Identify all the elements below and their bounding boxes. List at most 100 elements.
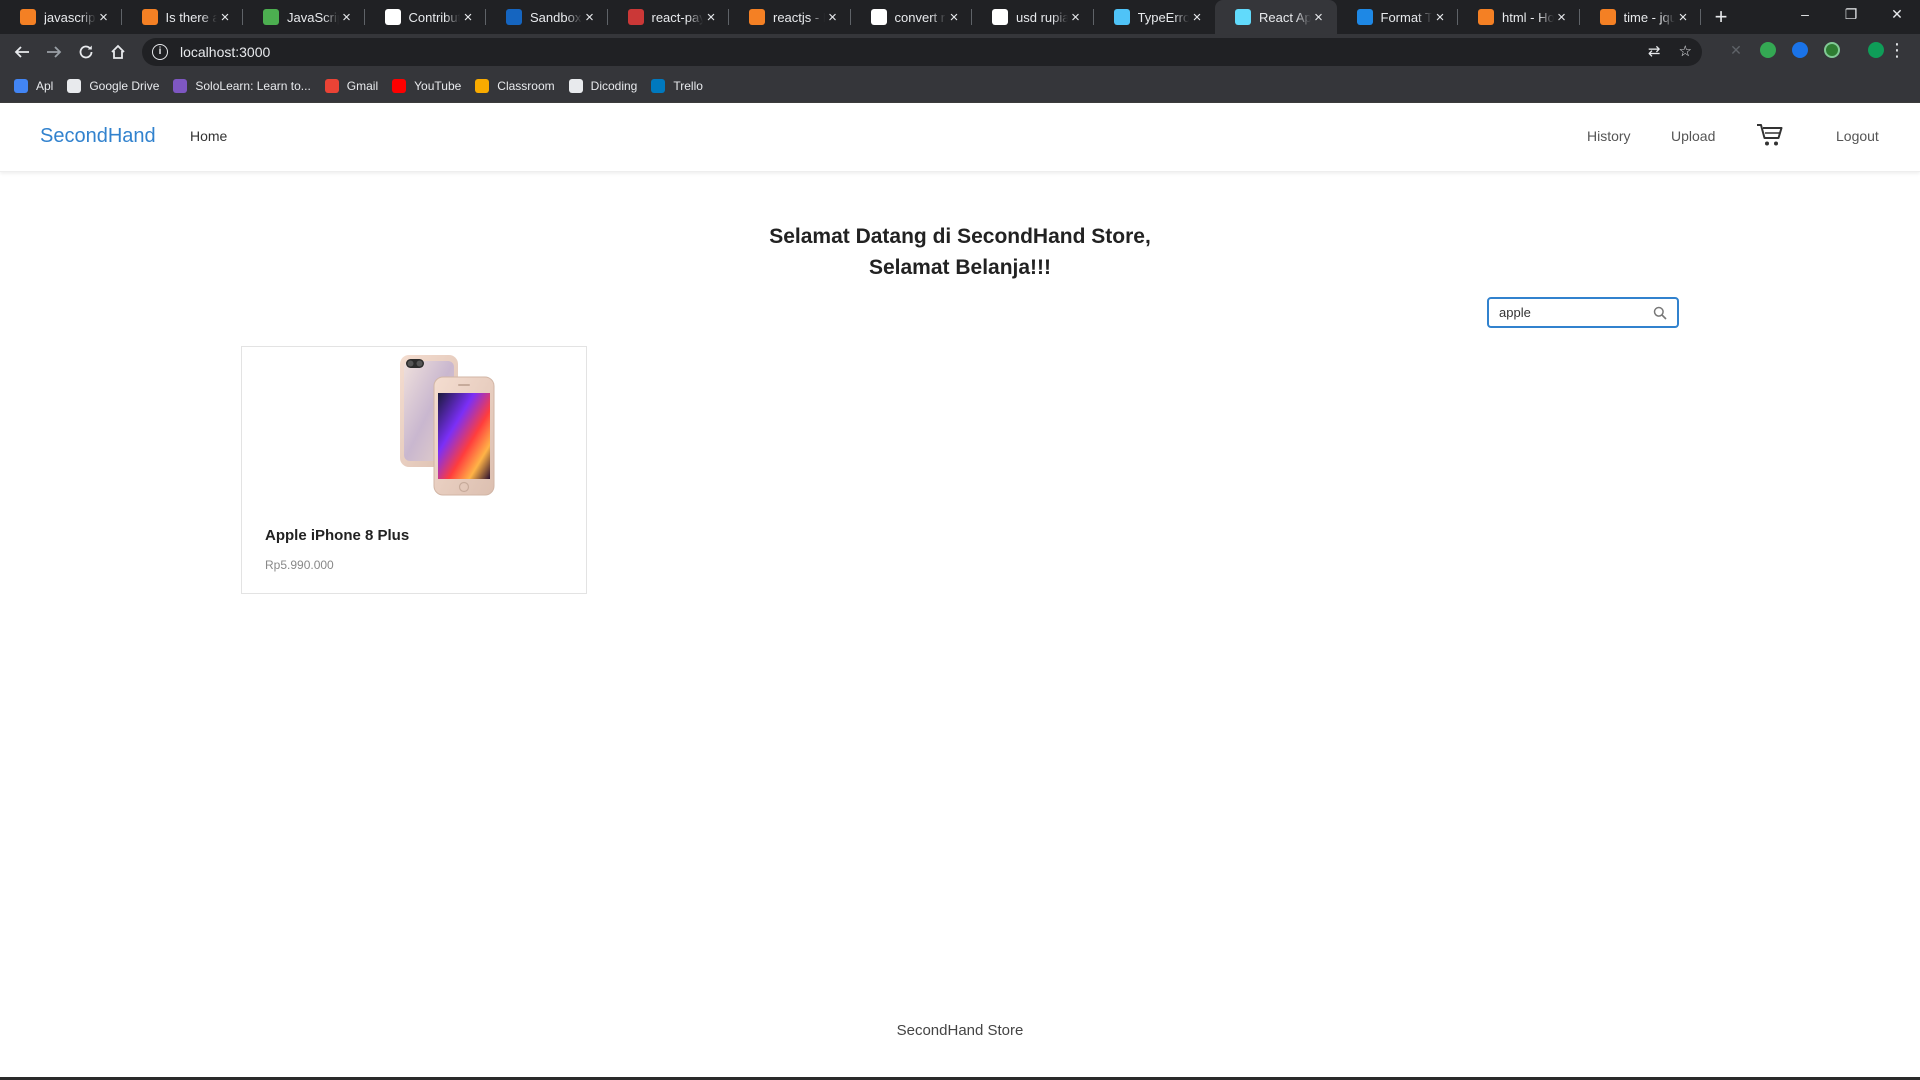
bookmark-icon bbox=[173, 79, 188, 93]
search-icon[interactable] bbox=[1653, 306, 1667, 320]
close-tab-icon[interactable]: × bbox=[1068, 9, 1084, 26]
product-name[interactable]: Apple iPhone 8 Plus bbox=[265, 527, 409, 544]
close-tab-icon[interactable]: × bbox=[825, 9, 841, 26]
close-tab-icon[interactable]: × bbox=[217, 9, 233, 26]
bookmark-item[interactable]: Apl bbox=[14, 79, 53, 93]
window-controls: – ❐ ✕ bbox=[1782, 0, 1920, 30]
nav-logout-link[interactable]: Logout bbox=[1836, 128, 1879, 144]
nav-home-link[interactable]: Home bbox=[190, 128, 227, 144]
extension-leaf-icon[interactable] bbox=[1760, 42, 1776, 58]
bookmark-icon bbox=[67, 79, 82, 93]
browser-tab[interactable]: react-payp× bbox=[608, 0, 730, 34]
back-button[interactable] bbox=[6, 36, 38, 68]
react-icon bbox=[1235, 9, 1251, 25]
star-bookmark-icon[interactable]: ☆ bbox=[1679, 42, 1692, 60]
browser-tab[interactable]: usd rupiah× bbox=[972, 0, 1094, 34]
search-input[interactable] bbox=[1489, 304, 1653, 321]
bookmark-item[interactable]: Classroom bbox=[475, 79, 555, 93]
browser-tab[interactable]: React App× bbox=[1215, 0, 1337, 34]
close-tab-icon[interactable]: × bbox=[96, 9, 112, 26]
browser-tab[interactable]: convert ru× bbox=[851, 0, 973, 34]
close-tab-icon[interactable]: × bbox=[1554, 9, 1570, 26]
forward-button[interactable] bbox=[38, 36, 70, 68]
bookmark-icon bbox=[324, 79, 339, 93]
bookmark-item[interactable]: SoloLearn: Learn to... bbox=[173, 79, 311, 93]
minimize-button[interactable]: – bbox=[1782, 0, 1828, 30]
tab-title: convert ru bbox=[894, 9, 947, 25]
close-tab-icon[interactable]: × bbox=[1675, 9, 1691, 26]
close-tab-icon[interactable]: × bbox=[339, 9, 355, 26]
bookmark-icon bbox=[651, 79, 666, 93]
site-info-icon[interactable]: i bbox=[152, 44, 168, 60]
bug-icon bbox=[1113, 9, 1130, 25]
browser-tab[interactable]: reactjs - R× bbox=[729, 0, 851, 34]
npm-icon bbox=[627, 9, 644, 25]
close-tab-icon[interactable]: × bbox=[1311, 9, 1327, 26]
bookmark-item[interactable]: YouTube bbox=[392, 79, 461, 93]
bookmark-item[interactable]: Trello bbox=[651, 79, 703, 93]
bookmark-label: Gmail bbox=[346, 79, 379, 93]
home-icon bbox=[111, 44, 125, 59]
browser-tab[interactable]: Contributo× bbox=[365, 0, 487, 34]
cart-icon[interactable] bbox=[1756, 122, 1784, 148]
close-tab-icon[interactable]: × bbox=[946, 9, 962, 26]
tab-title: javascript bbox=[44, 9, 96, 25]
close-tab-icon[interactable]: × bbox=[582, 9, 598, 26]
product-card[interactable]: Apple iPhone 8 Plus Rp5.990.000 bbox=[241, 346, 587, 594]
stackoverflow-icon bbox=[141, 9, 158, 25]
browser-tab[interactable]: Is there a × bbox=[122, 0, 244, 34]
translate-icon[interactable]: ⇄ bbox=[1648, 42, 1661, 60]
browser-tab[interactable]: Sandbox a× bbox=[486, 0, 608, 34]
bookmark-label: Trello bbox=[673, 79, 703, 93]
brand-logo[interactable]: SecondHand bbox=[40, 125, 156, 148]
bookmark-item[interactable]: Gmail bbox=[324, 79, 379, 93]
bookmark-item[interactable]: Dicoding bbox=[568, 79, 638, 93]
welcome-heading: Selamat Datang di SecondHand Store, Sela… bbox=[0, 221, 1920, 283]
restore-button[interactable]: ❐ bbox=[1828, 0, 1874, 30]
arrow-right-icon bbox=[47, 46, 62, 58]
browser-tab[interactable]: TypeError × bbox=[1094, 0, 1216, 34]
new-tab-button[interactable]: + bbox=[1705, 4, 1737, 30]
google-icon bbox=[870, 9, 887, 25]
bookmark-item[interactable]: Google Drive bbox=[67, 79, 159, 93]
tab-title: usd rupiah bbox=[1016, 9, 1068, 25]
tab-title: time - jque bbox=[1623, 9, 1676, 25]
bookmark-label: YouTube bbox=[414, 79, 462, 93]
stackoverflow-icon bbox=[749, 9, 765, 25]
welcome-line-2: Selamat Belanja!!! bbox=[868, 256, 1052, 279]
omnibox-actions: ⇄ ☆ bbox=[1648, 42, 1692, 60]
extension-x-icon[interactable]: ✕ bbox=[1728, 42, 1744, 58]
extensions-area: ✕ bbox=[1712, 42, 1884, 58]
browser-tab[interactable]: Format Ta× bbox=[1337, 0, 1459, 34]
product-image[interactable] bbox=[392, 351, 512, 499]
search-box[interactable] bbox=[1487, 297, 1679, 328]
nav-history-link[interactable]: History bbox=[1587, 128, 1631, 144]
close-tab-icon[interactable]: × bbox=[703, 9, 719, 26]
home-button[interactable] bbox=[102, 36, 134, 68]
browser-tab[interactable]: html - How× bbox=[1458, 0, 1580, 34]
browser-tab[interactable]: javascript × bbox=[0, 0, 122, 34]
close-window-button[interactable]: ✕ bbox=[1874, 0, 1920, 30]
reload-button[interactable] bbox=[70, 36, 102, 68]
extension-puzzle-icon[interactable] bbox=[1792, 42, 1808, 58]
product-price: Rp5.990.000 bbox=[265, 558, 334, 572]
close-tab-icon[interactable]: × bbox=[460, 9, 476, 26]
chart-favicon-icon bbox=[263, 9, 279, 25]
stackoverflow-icon bbox=[1599, 9, 1616, 25]
tab-title: React App bbox=[1259, 9, 1311, 25]
paypal-icon bbox=[506, 9, 522, 25]
extension-target-icon[interactable] bbox=[1824, 42, 1840, 58]
browser-tab[interactable]: JavaScript× bbox=[243, 0, 365, 34]
profile-avatar[interactable] bbox=[1868, 42, 1884, 58]
close-tab-icon[interactable]: × bbox=[1189, 9, 1205, 26]
bookmarks-bar: Apl Google Drive SoloLearn: Learn to... Gma… bbox=[0, 70, 1920, 103]
footer-text: SecondHand Store bbox=[896, 1022, 1024, 1039]
address-bar[interactable]: i localhost:3000 ⇄ ☆ bbox=[142, 38, 1702, 66]
nav-upload-link[interactable]: Upload bbox=[1671, 128, 1715, 144]
bookmark-label: Dicoding bbox=[590, 79, 638, 93]
browser-tab[interactable]: time - jque× bbox=[1580, 0, 1702, 34]
bookmark-label: Google Drive bbox=[89, 79, 160, 93]
tab-title: JavaScript bbox=[287, 9, 339, 25]
close-tab-icon[interactable]: × bbox=[1432, 9, 1448, 26]
browser-menu-icon[interactable]: ⋮ bbox=[1888, 40, 1906, 60]
